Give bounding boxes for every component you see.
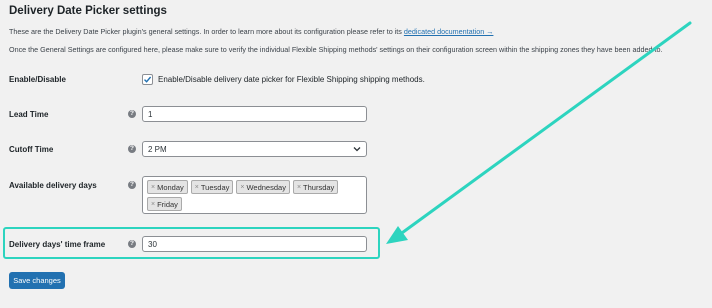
annotation-arrow-icon: [386, 21, 692, 244]
